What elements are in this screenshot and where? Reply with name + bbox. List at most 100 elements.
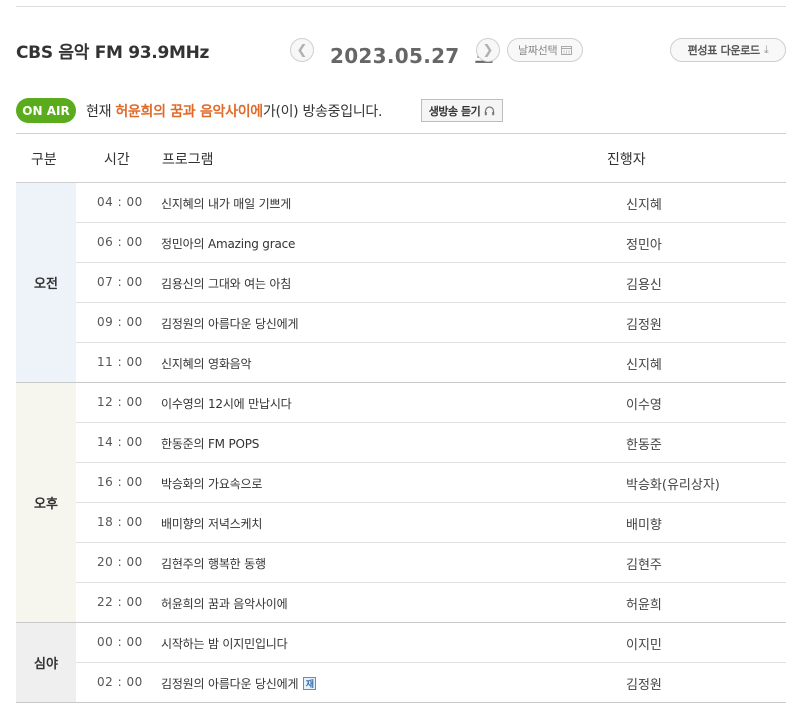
host-cell: 이지민 — [626, 638, 662, 653]
program-name: 박승화의 가요속으로 — [161, 477, 263, 491]
schedule-table: 구분 시간 프로그램 진행자 오전 04 : 00 신지혜의 내가 매일 기쁘게… — [16, 133, 786, 703]
program-name: 배미향의 저녁스케치 — [161, 517, 263, 531]
table-row: 20 : 00 김현주의 행복한 동행 김현주 — [76, 543, 786, 583]
host-cell: 허윤희 — [626, 598, 662, 613]
time-cell: 00 : 00 — [97, 635, 143, 649]
program-link[interactable]: 김현주의 행복한 동행 — [161, 555, 266, 572]
table-row: 09 : 00 김정원의 아름다운 당신에게 김정원 — [76, 303, 786, 343]
date-select-label: 날짜선택 — [518, 44, 558, 57]
program-link[interactable]: 이수영의 12시에 만납시다 — [161, 395, 292, 412]
table-row: 11 : 00 신지혜의 영화음악 신지혜 — [76, 343, 786, 382]
time-cell: 18 : 00 — [97, 515, 143, 529]
download-icon: ⤓ — [763, 43, 769, 56]
listen-live-button[interactable]: 생방송 듣기 — [421, 99, 503, 122]
table-row: 00 : 00 시작하는 밤 이지민입니다 이지민 — [76, 623, 786, 663]
time-cell: 20 : 00 — [97, 555, 143, 569]
program-name: 시작하는 밤 이지민입니다 — [161, 637, 288, 651]
time-cell: 22 : 00 — [97, 595, 143, 609]
header-host: 진행자 — [607, 152, 646, 168]
program-name: 한동준의 FM POPS — [161, 437, 260, 451]
host-cell: 김용신 — [626, 278, 662, 293]
station-title: CBS 음악 FM 93.9MHz — [16, 43, 210, 63]
chevron-right-icon: ❯ — [482, 42, 494, 58]
host-cell: 한동준 — [626, 438, 662, 453]
program-name: 허윤희의 꿈과 음악사이에 — [161, 597, 288, 611]
table-row: 12 : 00 이수영의 12시에 만납시다 이수영 — [76, 383, 786, 423]
program-name: 이수영의 12시에 만납시다 — [161, 397, 292, 411]
program-name: 김용신의 그대와 여는 아침 — [161, 277, 292, 291]
time-cell: 04 : 00 — [97, 195, 143, 209]
program-link[interactable]: 신지혜의 영화음악 — [161, 355, 252, 372]
on-air-message: 현재 허윤희의 꿈과 음악사이에가(이) 방송중입니다. — [86, 101, 382, 121]
on-air-prefix: 현재 — [86, 104, 112, 120]
time-cell: 14 : 00 — [97, 435, 143, 449]
group-morning: 오전 04 : 00 신지혜의 내가 매일 기쁘게 신지혜 06 : 00 정민… — [16, 183, 786, 383]
time-cell: 02 : 00 — [97, 675, 143, 689]
group-late-night: 심야 00 : 00 시작하는 밤 이지민입니다 이지민 02 : 00 김정원… — [16, 623, 786, 703]
program-link[interactable]: 신지혜의 내가 매일 기쁘게 — [161, 195, 291, 212]
time-cell: 07 : 00 — [97, 275, 143, 289]
table-row: 06 : 00 정민아의 Amazing grace 정민아 — [76, 223, 786, 263]
program-link[interactable]: 배미향의 저녁스케치 — [161, 515, 262, 532]
header-section: 구분 — [31, 152, 57, 168]
on-air-suffix: 가(이) 방송중입니다. — [262, 104, 383, 120]
prev-date-button[interactable]: ❮ — [290, 38, 314, 62]
table-row: 22 : 00 허윤희의 꿈과 음악사이에 허윤희 — [76, 583, 786, 622]
program-link[interactable]: 시작하는 밤 이지민입니다 — [161, 635, 288, 652]
on-air-program-link[interactable]: 허윤희의 꿈과 음악사이에 — [115, 104, 263, 120]
rerun-badge-icon: 재 — [303, 677, 317, 690]
time-cell: 06 : 00 — [97, 235, 143, 249]
table-row: 02 : 00 김정원의 아름다운 당신에게 재 김정원 — [76, 663, 786, 702]
program-name: 김현주의 행복한 동행 — [161, 557, 266, 571]
program-name: 신지혜의 내가 매일 기쁘게 — [161, 197, 292, 211]
program-link[interactable]: 정민아의 Amazing grace — [161, 235, 295, 252]
table-row: 16 : 00 박승화의 가요속으로 박승화(유리상자) — [76, 463, 786, 503]
date-value: 2023.05.27 — [330, 44, 460, 68]
next-date-button[interactable]: ❯ — [476, 38, 500, 62]
listen-live-label: 생방송 듣기 — [428, 104, 481, 118]
table-row: 18 : 00 배미향의 저녁스케치 배미향 — [76, 503, 786, 543]
program-link[interactable]: 허윤희의 꿈과 음악사이에 — [161, 595, 288, 612]
chevron-left-icon: ❮ — [296, 42, 308, 58]
headphones-icon — [485, 105, 495, 115]
current-date: 2023.05.27 토 — [330, 40, 494, 69]
group-label: 오후 — [16, 383, 76, 622]
date-select-button[interactable]: 날짜선택 — [507, 38, 584, 62]
time-cell: 11 : 00 — [97, 355, 143, 369]
schedule-download-button[interactable]: 편성표 다운로드 ⤓ — [670, 38, 786, 62]
download-label: 편성표 다운로드 — [687, 44, 761, 57]
host-cell: 이수영 — [626, 398, 662, 413]
group-label: 오전 — [16, 183, 76, 382]
on-air-badge: ON AIR — [16, 98, 76, 123]
program-name: 김정원의 아름다운 당신에게 — [161, 677, 299, 691]
host-cell: 정민아 — [626, 238, 662, 253]
host-cell: 김정원 — [626, 318, 662, 333]
time-cell: 09 : 00 — [97, 315, 143, 329]
group-label: 심야 — [16, 623, 76, 702]
table-row: 14 : 00 한동준의 FM POPS 한동준 — [76, 423, 786, 463]
program-link[interactable]: 박승화의 가요속으로 — [161, 475, 262, 492]
program-name: 정민아의 Amazing grace — [161, 237, 296, 251]
program-name: 김정원의 아름다운 당신에게 — [161, 317, 299, 331]
header-time: 시간 — [104, 152, 130, 168]
host-cell: 배미향 — [626, 518, 662, 533]
program-link[interactable]: 김정원의 아름다운 당신에게 재 — [161, 675, 317, 692]
time-cell: 12 : 00 — [97, 395, 143, 409]
table-header: 구분 시간 프로그램 진행자 — [16, 133, 786, 183]
program-name: 신지혜의 영화음악 — [161, 357, 252, 371]
program-link[interactable]: 김용신의 그대와 여는 아침 — [161, 275, 291, 292]
host-cell: 신지혜 — [626, 198, 662, 213]
program-link[interactable]: 한동준의 FM POPS — [161, 435, 259, 452]
host-cell: 김현주 — [626, 558, 662, 573]
host-cell: 박승화(유리상자) — [626, 478, 720, 493]
calendar-icon — [561, 46, 573, 55]
time-cell: 16 : 00 — [97, 475, 143, 489]
group-afternoon: 오후 12 : 00 이수영의 12시에 만납시다 이수영 14 : 00 한동… — [16, 383, 786, 623]
table-row: 04 : 00 신지혜의 내가 매일 기쁘게 신지혜 — [76, 183, 786, 223]
host-cell: 김정원 — [626, 678, 662, 693]
header-program: 프로그램 — [162, 152, 214, 168]
program-link[interactable]: 김정원의 아름다운 당신에게 — [161, 315, 299, 332]
top-divider — [16, 6, 786, 7]
table-row: 07 : 00 김용신의 그대와 여는 아침 김용신 — [76, 263, 786, 303]
host-cell: 신지혜 — [626, 358, 662, 373]
